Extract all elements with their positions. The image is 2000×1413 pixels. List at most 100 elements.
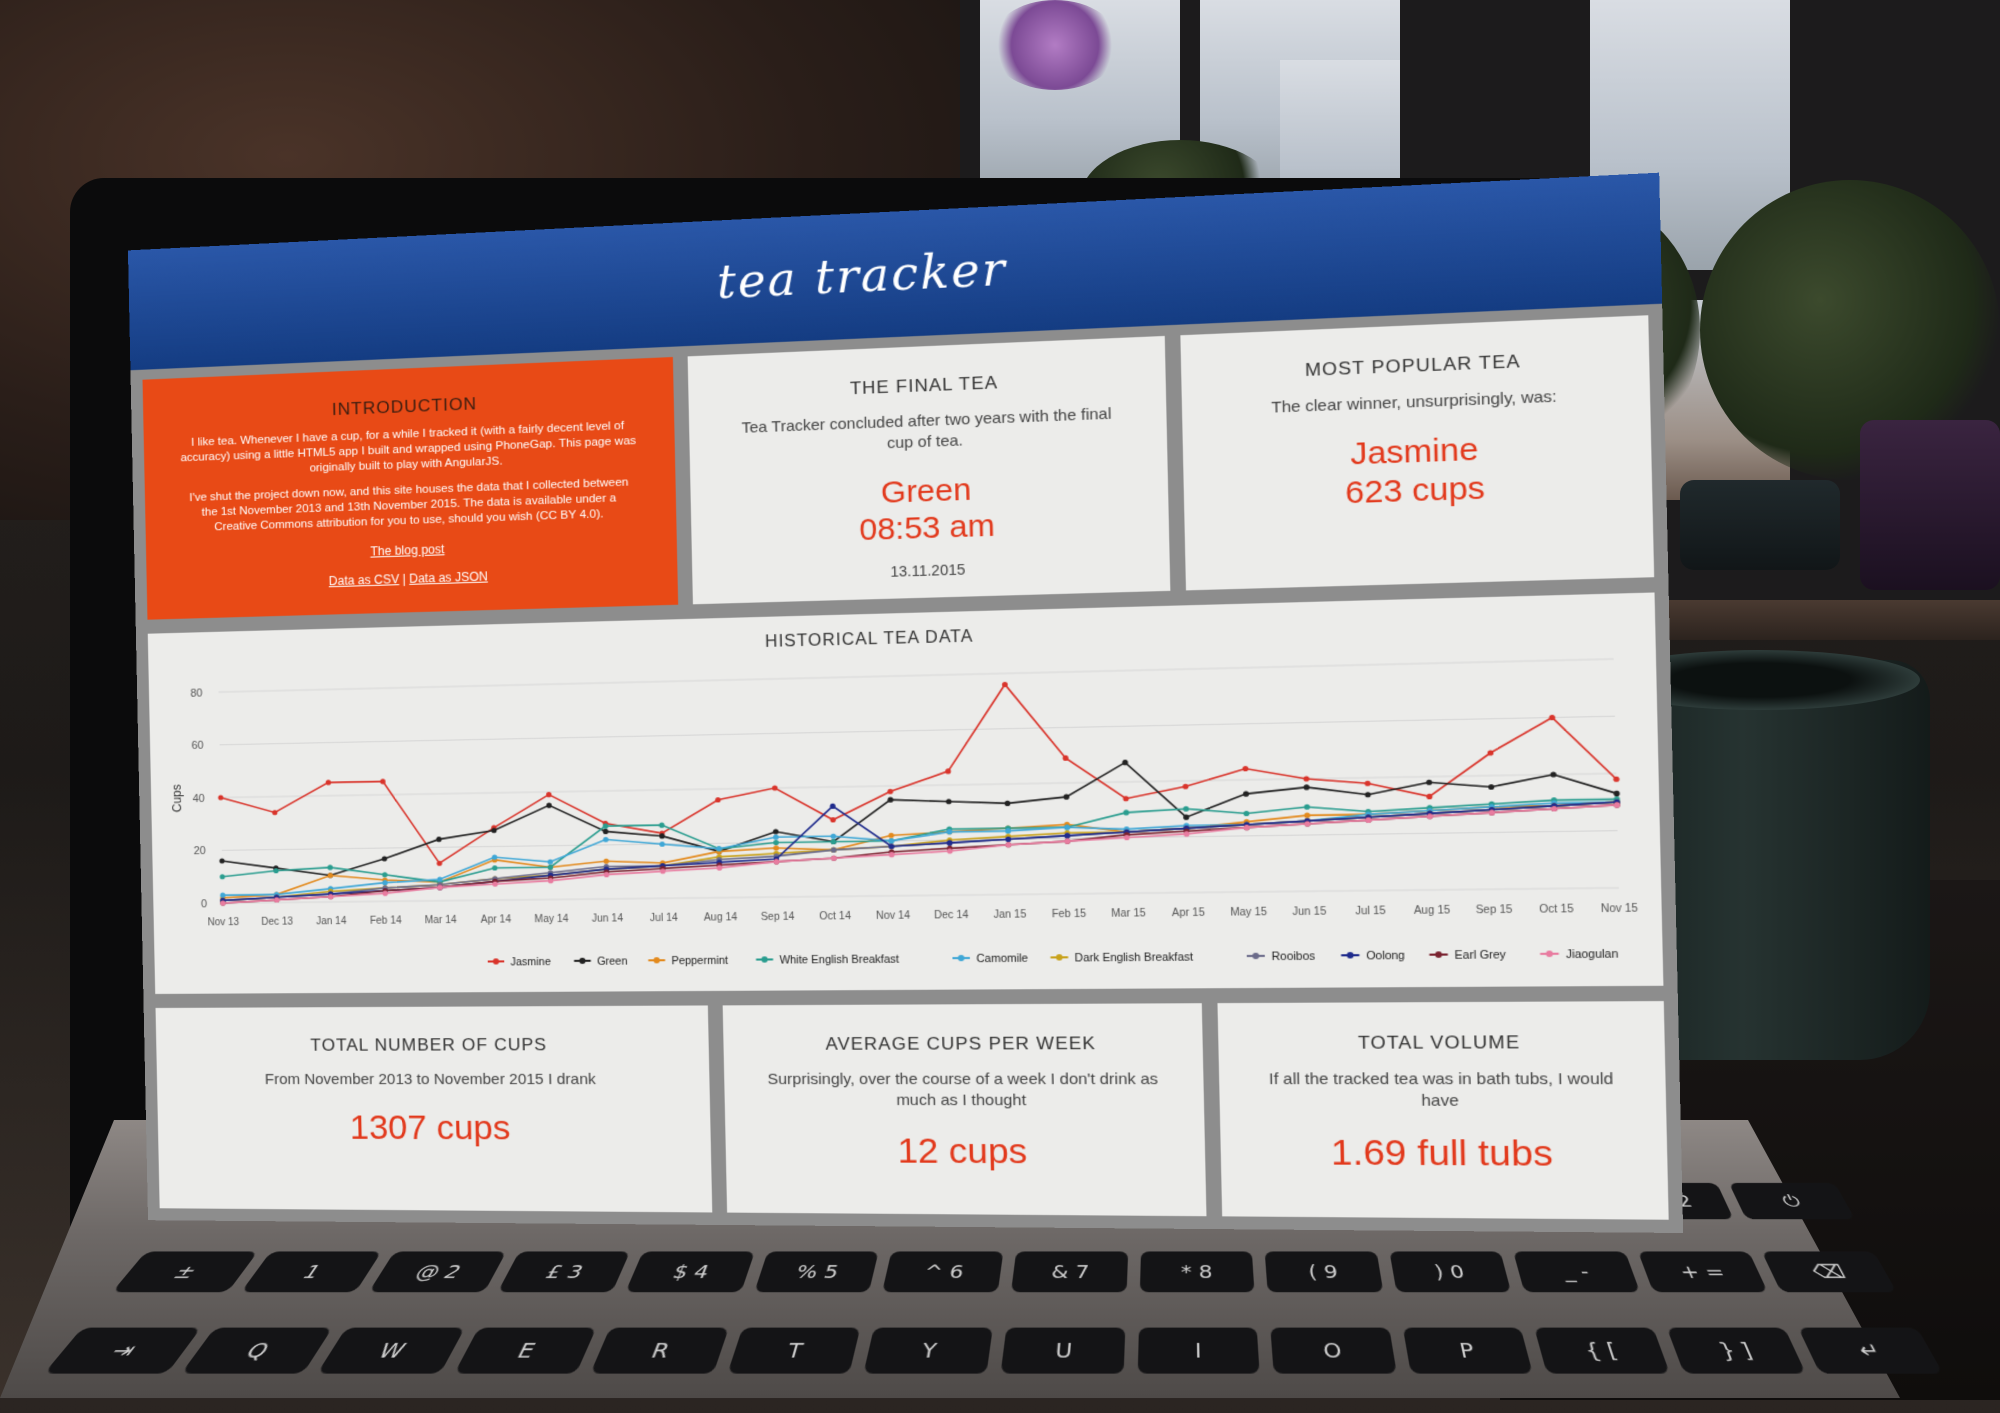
legend-marker <box>1435 951 1442 958</box>
keyboard-key[interactable]: O <box>1270 1328 1396 1374</box>
keyboard-key[interactable]: ) 0 <box>1389 1251 1511 1292</box>
average-cups-description: Surprisingly, over the course of a week … <box>767 1069 1160 1112</box>
data-point <box>773 834 779 839</box>
average-cups-title: AVERAGE CUPS PER WEEK <box>723 1033 1203 1055</box>
keyboard-key[interactable]: Y <box>864 1328 993 1374</box>
x-tick-label: Mar 14 <box>425 915 458 927</box>
total-cups-description: From November 2013 to November 2015 I dr… <box>196 1070 667 1091</box>
keyboard-key[interactable]: ⇥ <box>44 1328 201 1374</box>
keyboard-key[interactable]: & 7 <box>1011 1251 1128 1292</box>
y-tick-label: 40 <box>192 793 204 805</box>
data-point <box>548 859 554 864</box>
csv-download-link[interactable]: Data as CSV <box>329 572 400 588</box>
x-tick-label: Mar 15 <box>1111 908 1146 920</box>
legend-marker <box>1347 952 1354 958</box>
keyboard-key[interactable]: ⌫ <box>1762 1251 1897 1292</box>
introduction-paragraph-1: I like tea. Whenever I have a cup, for a… <box>179 418 637 481</box>
data-point <box>773 829 779 834</box>
x-tick-label: May 14 <box>534 914 569 926</box>
keyboard-key[interactable]: U <box>1000 1328 1124 1374</box>
x-tick-label: Apr 14 <box>481 914 512 926</box>
keyboard-key[interactable]: ( 9 <box>1265 1251 1383 1292</box>
legend-marker <box>761 956 768 962</box>
popular-tea-description: The clear winner, unsurprisingly, was: <box>1227 385 1604 421</box>
legend-item: Peppermint <box>671 956 728 968</box>
keyboard-key[interactable]: @ 2 <box>369 1251 506 1292</box>
x-tick-label: Oct 14 <box>819 911 851 923</box>
keyboard-key[interactable]: £ 3 <box>497 1251 630 1292</box>
legend-marker <box>1056 954 1063 960</box>
data-point <box>1614 791 1620 797</box>
x-tick-label: Jan 14 <box>316 916 347 927</box>
total-volume-value: 1.69 full tubs <box>1220 1134 1667 1174</box>
legend-item: Green <box>597 956 628 968</box>
legend-item: Camomile <box>976 953 1028 965</box>
keyboard-key[interactable]: W <box>317 1328 465 1374</box>
chart-gridline <box>219 659 1614 692</box>
keyboard-key[interactable]: E <box>454 1328 597 1374</box>
data-point <box>1005 842 1011 848</box>
pot-decoration <box>1680 480 1840 570</box>
x-tick-label: Feb 14 <box>370 915 402 927</box>
popular-tea-card: MOST POPULAR TEA The clear winner, unsur… <box>1180 315 1654 590</box>
data-point <box>1064 838 1070 844</box>
final-tea-date: 13.11.2015 <box>692 554 1170 585</box>
data-point <box>218 795 223 800</box>
x-tick-label: Sep 14 <box>761 911 795 923</box>
data-point <box>1005 801 1011 807</box>
keyboard-key[interactable]: + = <box>1638 1251 1769 1292</box>
total-volume-title: TOTAL VOLUME <box>1218 1032 1665 1055</box>
average-cups-card: AVERAGE CUPS PER WEEK Surprisingly, over… <box>723 1003 1207 1216</box>
data-point <box>659 841 665 846</box>
keyboard-key[interactable]: % 5 <box>754 1251 879 1292</box>
popular-tea-title: MOST POPULAR TEA <box>1181 346 1649 387</box>
legend-marker <box>1252 953 1259 959</box>
keyboard-key[interactable]: R <box>590 1328 728 1374</box>
keyboard-key[interactable]: P <box>1403 1328 1534 1374</box>
x-tick-label: May 15 <box>1230 907 1268 919</box>
keyboard-key[interactable]: T <box>727 1328 861 1374</box>
site-logo[interactable]: tea tracker <box>717 242 1008 309</box>
total-cups-card: TOTAL NUMBER OF CUPS From November 2013 … <box>156 1005 713 1212</box>
data-point <box>1550 772 1556 778</box>
keyboard-key[interactable]: ^ 6 <box>883 1251 1004 1292</box>
x-tick-label: Oct 15 <box>1539 904 1574 916</box>
keyboard-key[interactable]: 1 <box>241 1251 382 1292</box>
x-tick-label: Sep 15 <box>1476 904 1513 916</box>
keyboard-key[interactable]: I <box>1137 1328 1260 1374</box>
chart-gridline <box>220 716 1615 745</box>
link-separator: | <box>402 571 405 585</box>
keyboard-key[interactable]: ↵ <box>1799 1328 1944 1374</box>
keyboard-key[interactable]: { [ <box>1535 1328 1670 1374</box>
x-tick-label: Feb 15 <box>1052 908 1087 920</box>
keyboard-key[interactable]: _ - <box>1513 1251 1639 1292</box>
total-volume-card: TOTAL VOLUME If all the tracked tea was … <box>1217 1001 1668 1220</box>
x-tick-label: Nov 15 <box>1601 903 1639 915</box>
keyboard-key[interactable]: * 8 <box>1139 1251 1254 1292</box>
x-tick-label: Jul 15 <box>1355 905 1386 917</box>
legend-marker <box>958 955 965 961</box>
x-tick-label: Dec 14 <box>934 910 969 922</box>
historical-data-card: HISTORICAL TEA DATA 020406080CupsNov 13D… <box>148 592 1664 993</box>
x-tick-label: Nov 14 <box>876 910 911 922</box>
data-point <box>492 865 497 870</box>
keyboard-key[interactable]: $ 4 <box>626 1251 755 1292</box>
keyboard-key[interactable]: ⏻ <box>1729 1183 1855 1219</box>
x-tick-label: Jul 14 <box>650 913 679 925</box>
keyboard-key[interactable]: ± <box>112 1251 258 1292</box>
x-tick-label: Apr 15 <box>1172 907 1206 919</box>
data-point <box>603 858 609 863</box>
data-point <box>1243 791 1249 797</box>
keyboard-key[interactable]: Q <box>180 1328 332 1374</box>
total-volume-description: If all the tracked tea was in bath tubs,… <box>1264 1069 1619 1113</box>
blog-post-link[interactable]: The blog post <box>370 542 444 559</box>
y-tick-label: 60 <box>191 740 203 752</box>
data-point <box>1365 781 1371 787</box>
final-tea-description: Tea Tracker concluded after two years wi… <box>731 404 1122 461</box>
json-download-link[interactable]: Data as JSON <box>409 569 488 586</box>
data-point <box>220 874 225 879</box>
data-point <box>603 837 609 842</box>
keyboard-key[interactable]: } ] <box>1667 1328 1807 1374</box>
total-cups-value: 1307 cups <box>158 1110 711 1148</box>
x-tick-label: Dec 13 <box>261 916 293 927</box>
